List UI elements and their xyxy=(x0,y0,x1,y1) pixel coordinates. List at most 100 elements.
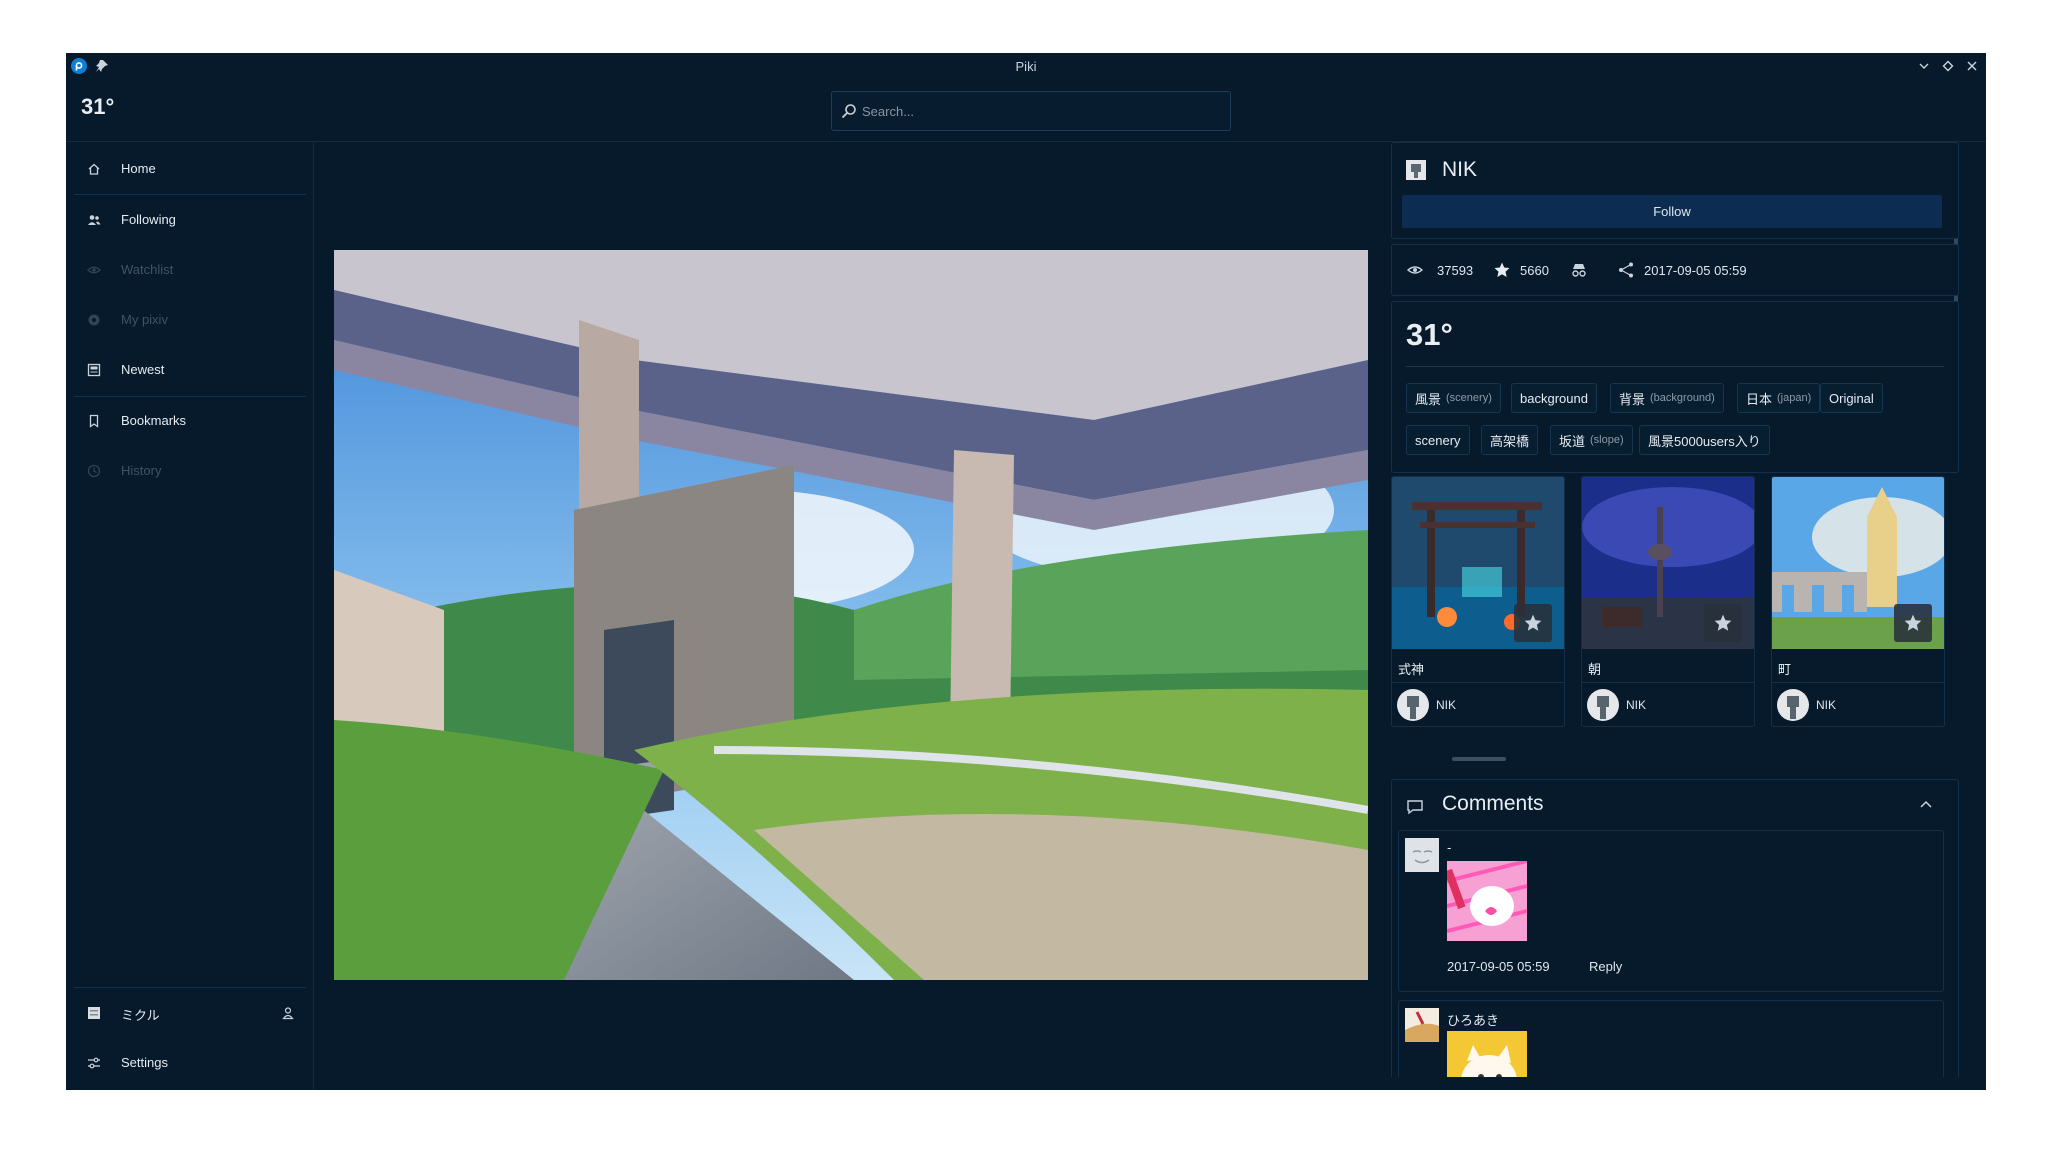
users-icon xyxy=(88,215,101,225)
app-brand: 31° xyxy=(81,94,115,119)
related-divider xyxy=(1772,682,1944,683)
related-scroll-indicator[interactable] xyxy=(1452,757,1506,761)
tag-chip[interactable]: scenery xyxy=(1406,425,1470,455)
eye-icon xyxy=(1406,266,1424,274)
chevron-up-icon[interactable] xyxy=(1918,797,1934,813)
minimize-button[interactable] xyxy=(1916,58,1932,74)
related-title: 町 xyxy=(1778,662,1792,677)
sidebar-item-label: History xyxy=(121,463,162,478)
reply-button[interactable]: Reply xyxy=(1589,959,1622,974)
related-author[interactable]: NIK xyxy=(1816,698,1836,712)
comment-sticker xyxy=(1447,861,1527,941)
tag-chip[interactable]: 日本 (japan) xyxy=(1737,383,1821,413)
sidebar-item-settings[interactable]: Settings xyxy=(66,1038,312,1088)
home-icon xyxy=(88,163,100,175)
related-work-card[interactable]: 朝 NIK xyxy=(1581,476,1755,727)
commenter-avatar[interactable] xyxy=(1405,1008,1439,1042)
star-icon xyxy=(1904,614,1922,631)
bookmark-star-button[interactable] xyxy=(1704,604,1742,642)
tag-chip[interactable]: 高架橋 xyxy=(1481,425,1539,455)
sidebar-item-label: Watchlist xyxy=(121,262,174,277)
comments-card: Comments - 2017-09-05 05:59 Reply ひろあき xyxy=(1391,779,1959,1077)
stats-card: 37593 5660 2017-09-05 05:59 xyxy=(1391,244,1959,296)
info-card: 31° 風景 (scenery) background 背景 (background… xyxy=(1391,301,1959,473)
clock-icon xyxy=(87,464,101,478)
author-name[interactable]: NIK xyxy=(1442,158,1477,182)
star-icon xyxy=(1524,614,1542,631)
comment-date: 2017-09-05 05:59 xyxy=(1447,959,1550,974)
comments-title: Comments xyxy=(1442,792,1544,815)
commenter-name[interactable]: - xyxy=(1447,840,1451,855)
sidebar-item-watchlist[interactable]: Watchlist xyxy=(66,245,312,295)
close-button[interactable] xyxy=(1964,58,1980,74)
commenter-name[interactable]: ひろあき xyxy=(1447,1010,1499,1029)
tag-chip[interactable]: 坂道 (slope) xyxy=(1550,425,1633,455)
maximize-button[interactable] xyxy=(1940,58,1956,74)
related-divider xyxy=(1582,682,1754,683)
sidebar-item-label: Bookmarks xyxy=(121,413,187,428)
sidebar-item-following[interactable]: Following xyxy=(66,195,312,245)
sidebar-item-home[interactable]: Home xyxy=(66,144,312,194)
tag-chip[interactable]: 風景5000users入り xyxy=(1639,425,1770,455)
avatar[interactable] xyxy=(1397,689,1429,721)
bookmark-icon xyxy=(89,414,99,428)
related-work-card[interactable]: 式神 NIK xyxy=(1391,476,1565,727)
sidebar-item-history[interactable]: History xyxy=(66,446,312,496)
sliders-icon xyxy=(88,1057,100,1069)
account-avatar-icon xyxy=(88,1007,100,1019)
related-title: 朝 xyxy=(1588,662,1602,677)
app-header: 31° xyxy=(66,80,1986,142)
comment-sticker xyxy=(1447,1031,1527,1077)
sidebar-item-newest[interactable]: Newest xyxy=(66,345,312,395)
details-panel: NIK Follow 37593 5660 2017-09-05 05:59 3… xyxy=(1386,142,1966,1077)
bookmark-star-button[interactable] xyxy=(1514,604,1552,642)
sidebar-item-my-pixiv[interactable]: My pixiv xyxy=(66,295,312,345)
image-icon xyxy=(87,363,101,377)
sidebar-item-label: Home xyxy=(121,161,156,176)
author-avatar-icon[interactable] xyxy=(1406,160,1426,180)
search-box[interactable] xyxy=(831,91,1231,131)
sidebar-account[interactable]: ミクル xyxy=(66,988,312,1038)
sidebar-item-label: My pixiv xyxy=(121,312,168,327)
bookmark-count: 5660 xyxy=(1520,263,1549,278)
account-name: ミクル xyxy=(121,1008,160,1023)
sidebar-item-bookmarks[interactable]: Bookmarks xyxy=(66,396,312,446)
comment-item: ひろあき xyxy=(1398,1000,1944,1077)
bookmark-star-button[interactable] xyxy=(1894,604,1932,642)
sidebar-item-label: Newest xyxy=(121,362,165,377)
commenter-avatar-icon xyxy=(1405,838,1439,872)
commenter-avatar[interactable] xyxy=(1405,838,1439,872)
comment-item: - 2017-09-05 05:59 Reply xyxy=(1398,830,1944,992)
star-icon xyxy=(1494,262,1510,277)
chevron-down-icon xyxy=(1919,63,1929,69)
follow-button[interactable]: Follow xyxy=(1402,195,1942,228)
title-bar: Piki xyxy=(66,53,1986,80)
sticker-image xyxy=(1447,861,1527,941)
author-card: NIK Follow xyxy=(1391,142,1959,239)
author-avatar-icon xyxy=(1787,696,1799,719)
related-author[interactable]: NIK xyxy=(1436,698,1456,712)
tag-chip[interactable]: 風景 (scenery) xyxy=(1406,383,1501,413)
tag-chip[interactable]: 背景 (background) xyxy=(1610,383,1724,413)
share-icon[interactable] xyxy=(1617,261,1635,279)
sidebar-item-label: Settings xyxy=(121,1055,168,1070)
user-icon[interactable] xyxy=(281,1006,295,1020)
app-window: Piki 31° Home Following Watchlis xyxy=(66,53,1986,1090)
eye-icon xyxy=(87,266,101,274)
related-author[interactable]: NIK xyxy=(1626,698,1646,712)
avatar[interactable] xyxy=(1777,689,1809,721)
related-work-card[interactable]: 町 NIK xyxy=(1771,476,1945,727)
view-count: 37593 xyxy=(1437,263,1474,278)
tag-chip[interactable]: background xyxy=(1511,383,1597,413)
circle-icon xyxy=(88,314,100,326)
sidebar-item-label: Following xyxy=(121,212,176,227)
post-date: 2017-09-05 05:59 xyxy=(1644,263,1747,278)
artwork-title: 31° xyxy=(1406,317,1453,352)
artwork-image[interactable] xyxy=(334,250,1368,980)
artwork-viewer xyxy=(316,142,1436,1090)
related-title: 式神 xyxy=(1398,662,1425,677)
comment-icon xyxy=(1407,800,1423,815)
avatar[interactable] xyxy=(1587,689,1619,721)
tag-chip[interactable]: Original xyxy=(1820,383,1883,413)
search-input[interactable] xyxy=(862,92,1222,130)
